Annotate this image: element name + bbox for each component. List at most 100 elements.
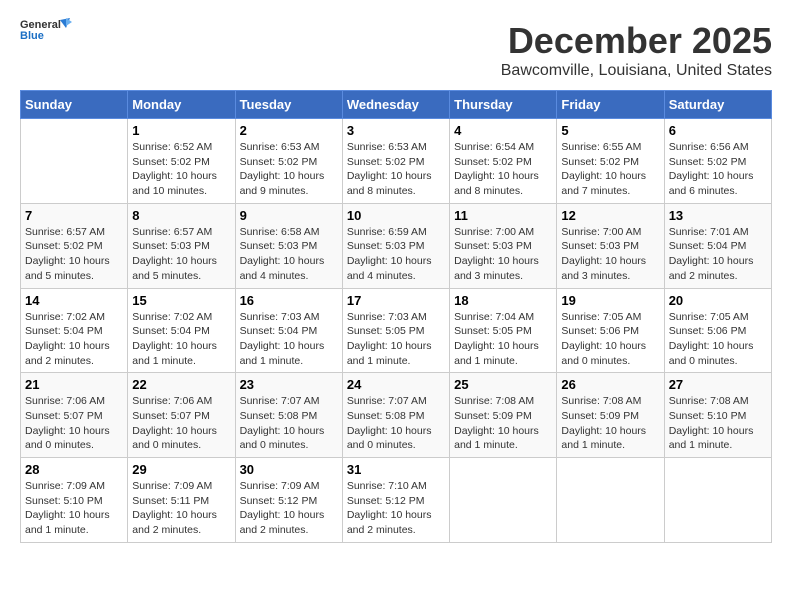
day-info: Sunrise: 7:05 AMSunset: 5:06 PMDaylight:… (669, 310, 767, 369)
day-number: 16 (240, 293, 338, 308)
calendar-cell (21, 119, 128, 204)
day-number: 2 (240, 123, 338, 138)
day-info: Sunrise: 7:02 AMSunset: 5:04 PMDaylight:… (25, 310, 123, 369)
calendar-cell: 20 Sunrise: 7:05 AMSunset: 5:06 PMDayligh… (664, 288, 771, 373)
day-number: 12 (561, 208, 659, 223)
header-sunday: Sunday (21, 91, 128, 119)
day-number: 25 (454, 377, 552, 392)
day-info: Sunrise: 7:08 AMSunset: 5:09 PMDaylight:… (454, 394, 552, 453)
calendar-cell: 12 Sunrise: 7:00 AMSunset: 5:03 PMDayligh… (557, 203, 664, 288)
day-number: 17 (347, 293, 445, 308)
day-number: 8 (132, 208, 230, 223)
calendar-cell: 24Sunrise: 7:07 AMSunset: 5:08 PMDayligh… (342, 373, 449, 458)
day-number: 3 (347, 123, 445, 138)
day-number: 30 (240, 462, 338, 477)
day-number: 27 (669, 377, 767, 392)
day-number: 13 (669, 208, 767, 223)
day-number: 26 (561, 377, 659, 392)
day-info: Sunrise: 6:52 AMSunset: 5:02 PMDaylight:… (132, 140, 230, 199)
header-thursday: Thursday (450, 91, 557, 119)
calendar-cell: 19Sunrise: 7:05 AMSunset: 5:06 PMDayligh… (557, 288, 664, 373)
calendar-cell: 27Sunrise: 7:08 AMSunset: 5:10 PMDayligh… (664, 373, 771, 458)
day-info: Sunrise: 7:09 AMSunset: 5:11 PMDaylight:… (132, 479, 230, 538)
calendar-cell: 10 Sunrise: 6:59 AMSunset: 5:03 PMDayligh… (342, 203, 449, 288)
day-info: Sunrise: 7:06 AMSunset: 5:07 PMDaylight:… (132, 394, 230, 453)
day-info: Sunrise: 7:00 AMSunset: 5:03 PMDaylight:… (561, 225, 659, 284)
day-info: Sunrise: 6:55 AMSunset: 5:02 PMDaylight:… (561, 140, 659, 199)
day-info: Sunrise: 6:53 AMSunset: 5:02 PMDaylight:… (240, 140, 338, 199)
calendar-cell: 17 Sunrise: 7:03 AMSunset: 5:05 PMDayligh… (342, 288, 449, 373)
day-number: 6 (669, 123, 767, 138)
calendar-body: 1 Sunrise: 6:52 AMSunset: 5:02 PMDaylight… (21, 119, 772, 543)
header-saturday: Saturday (664, 91, 771, 119)
day-info: Sunrise: 6:59 AMSunset: 5:03 PMDaylight:… (347, 225, 445, 284)
day-info: Sunrise: 7:03 AMSunset: 5:05 PMDaylight:… (347, 310, 445, 369)
day-number: 15 (132, 293, 230, 308)
week-row-4: 21Sunrise: 7:06 AMSunset: 5:07 PMDayligh… (21, 373, 772, 458)
day-number: 31 (347, 462, 445, 477)
day-number: 29 (132, 462, 230, 477)
calendar-table: SundayMondayTuesdayWednesdayThursdayFrid… (20, 90, 772, 543)
calendar-cell: 21Sunrise: 7:06 AMSunset: 5:07 PMDayligh… (21, 373, 128, 458)
calendar-cell: 30 Sunrise: 7:09 AMSunset: 5:12 PMDayligh… (235, 458, 342, 543)
day-number: 11 (454, 208, 552, 223)
day-number: 18 (454, 293, 552, 308)
header-monday: Monday (128, 91, 235, 119)
day-info: Sunrise: 6:57 AMSunset: 5:03 PMDaylight:… (132, 225, 230, 284)
day-number: 14 (25, 293, 123, 308)
day-number: 4 (454, 123, 552, 138)
calendar-cell: 31 Sunrise: 7:10 AMSunset: 5:12 PMDayligh… (342, 458, 449, 543)
day-info: Sunrise: 7:08 AMSunset: 5:09 PMDaylight:… (561, 394, 659, 453)
calendar-header: SundayMondayTuesdayWednesdayThursdayFrid… (21, 91, 772, 119)
day-number: 22 (132, 377, 230, 392)
day-number: 23 (240, 377, 338, 392)
calendar-cell: 18Sunrise: 7:04 AMSunset: 5:05 PMDayligh… (450, 288, 557, 373)
day-number: 7 (25, 208, 123, 223)
day-number: 10 (347, 208, 445, 223)
day-info: Sunrise: 7:01 AMSunset: 5:04 PMDaylight:… (669, 225, 767, 284)
day-info: Sunrise: 7:03 AMSunset: 5:04 PMDaylight:… (240, 310, 338, 369)
calendar-cell: 11 Sunrise: 7:00 AMSunset: 5:03 PMDayligh… (450, 203, 557, 288)
calendar-cell: 16 Sunrise: 7:03 AMSunset: 5:04 PMDayligh… (235, 288, 342, 373)
header-tuesday: Tuesday (235, 91, 342, 119)
day-info: Sunrise: 7:09 AMSunset: 5:10 PMDaylight:… (25, 479, 123, 538)
calendar-cell: 2 Sunrise: 6:53 AMSunset: 5:02 PMDaylight… (235, 119, 342, 204)
week-row-5: 28 Sunrise: 7:09 AMSunset: 5:10 PMDayligh… (21, 458, 772, 543)
week-row-3: 14 Sunrise: 7:02 AMSunset: 5:04 PMDayligh… (21, 288, 772, 373)
day-info: Sunrise: 7:10 AMSunset: 5:12 PMDaylight:… (347, 479, 445, 538)
calendar-cell: 5 Sunrise: 6:55 AMSunset: 5:02 PMDaylight… (557, 119, 664, 204)
day-number: 9 (240, 208, 338, 223)
day-info: Sunrise: 6:56 AMSunset: 5:02 PMDaylight:… (669, 140, 767, 199)
calendar-cell (557, 458, 664, 543)
day-info: Sunrise: 7:07 AMSunset: 5:08 PMDaylight:… (240, 394, 338, 453)
day-number: 28 (25, 462, 123, 477)
calendar-cell: 4Sunrise: 6:54 AMSunset: 5:02 PMDaylight… (450, 119, 557, 204)
calendar-cell: 6 Sunrise: 6:56 AMSunset: 5:02 PMDaylight… (664, 119, 771, 204)
week-row-2: 7 Sunrise: 6:57 AMSunset: 5:02 PMDaylight… (21, 203, 772, 288)
day-info: Sunrise: 6:58 AMSunset: 5:03 PMDaylight:… (240, 225, 338, 284)
day-info: Sunrise: 7:07 AMSunset: 5:08 PMDaylight:… (347, 394, 445, 453)
header-friday: Friday (557, 91, 664, 119)
calendar-cell: 15Sunrise: 7:02 AMSunset: 5:04 PMDayligh… (128, 288, 235, 373)
calendar-cell: 7 Sunrise: 6:57 AMSunset: 5:02 PMDaylight… (21, 203, 128, 288)
day-number: 20 (669, 293, 767, 308)
calendar-cell (664, 458, 771, 543)
location: Bawcomville, Louisiana, United States (501, 62, 772, 80)
calendar-cell: 3 Sunrise: 6:53 AMSunset: 5:02 PMDaylight… (342, 119, 449, 204)
day-number: 5 (561, 123, 659, 138)
day-info: Sunrise: 7:09 AMSunset: 5:12 PMDaylight:… (240, 479, 338, 538)
calendar-cell: 23 Sunrise: 7:07 AMSunset: 5:08 PMDayligh… (235, 373, 342, 458)
day-info: Sunrise: 6:57 AMSunset: 5:02 PMDaylight:… (25, 225, 123, 284)
calendar-cell (450, 458, 557, 543)
title-section: December 2025 Bawcomville, Louisiana, Un… (501, 20, 772, 80)
day-number: 19 (561, 293, 659, 308)
calendar-cell: 1 Sunrise: 6:52 AMSunset: 5:02 PMDaylight… (128, 119, 235, 204)
calendar-cell: 22 Sunrise: 7:06 AMSunset: 5:07 PMDayligh… (128, 373, 235, 458)
page-header: General Blue December 2025 Bawcomville, … (20, 20, 772, 80)
logo: General Blue (20, 20, 66, 56)
day-number: 1 (132, 123, 230, 138)
day-info: Sunrise: 7:00 AMSunset: 5:03 PMDaylight:… (454, 225, 552, 284)
calendar-cell: 25 Sunrise: 7:08 AMSunset: 5:09 PMDayligh… (450, 373, 557, 458)
day-info: Sunrise: 6:53 AMSunset: 5:02 PMDaylight:… (347, 140, 445, 199)
calendar-cell: 9 Sunrise: 6:58 AMSunset: 5:03 PMDaylight… (235, 203, 342, 288)
